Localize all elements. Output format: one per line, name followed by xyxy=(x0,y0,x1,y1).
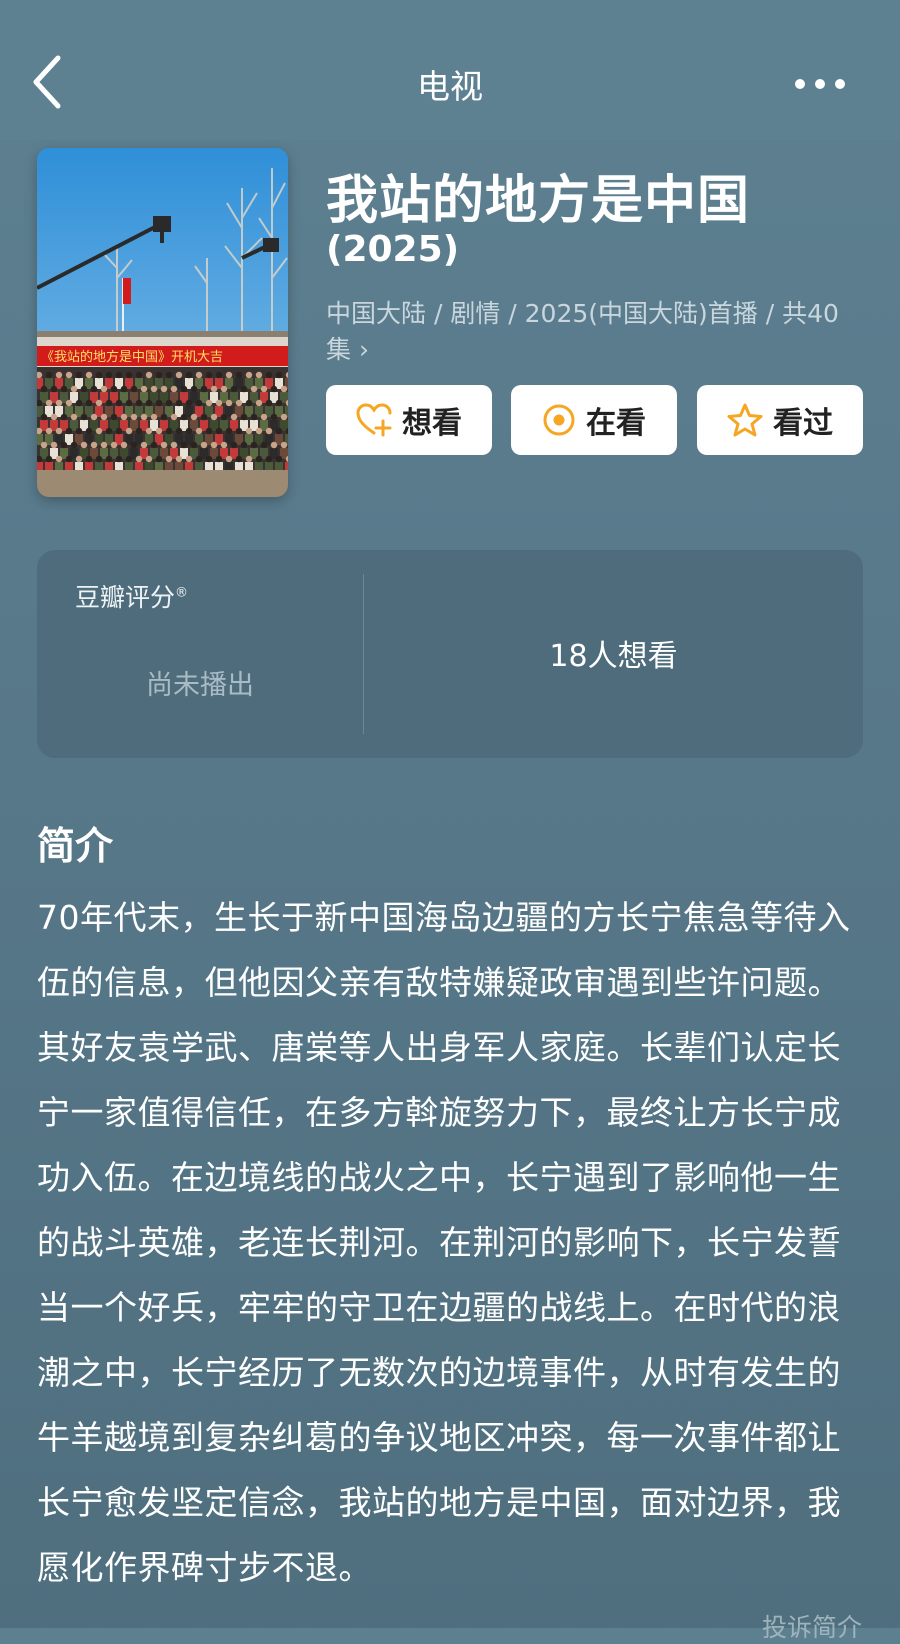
report-intro-link[interactable]: 投诉简介 xyxy=(762,1608,862,1644)
poster-banner-text: 《我站的地方是中国》开机大吉 xyxy=(41,349,223,365)
watched-label: 看过 xyxy=(773,406,833,441)
poster-photo: 《我站的地方是中国》开机大吉 xyxy=(37,148,288,497)
rating-status: 尚未播出 xyxy=(146,670,254,701)
rating-card[interactable]: 豆瓣评分® 尚未播出 18人想看 xyxy=(37,550,863,758)
watched-button[interactable]: 看过 xyxy=(697,385,863,455)
page-title: 电视 xyxy=(417,67,483,106)
want-button[interactable]: 想看 xyxy=(326,385,492,455)
intro-heading: 简介 xyxy=(37,824,114,868)
rating-label: 豆瓣评分® xyxy=(75,583,189,612)
show-title: 我站的地方是中国 xyxy=(326,171,751,231)
registered-mark-icon: ® xyxy=(175,585,189,601)
more-button[interactable] xyxy=(792,66,848,102)
heart-plus-icon xyxy=(356,403,392,437)
target-icon xyxy=(543,404,575,436)
star-icon xyxy=(727,403,763,437)
want-label: 想看 xyxy=(402,406,462,441)
intro-text: 70年代末，生长于新中国海岛边疆的方长宁焦急等待入伍的信息，但他因父亲有敌特嫌疑… xyxy=(37,898,851,1587)
watching-button[interactable]: 在看 xyxy=(511,385,677,455)
show-meta-link[interactable]: 中国大陆 / 剧情 / 2025(中国大陆)首播 / 共40集 › xyxy=(326,296,856,368)
want-count: 18人想看 xyxy=(549,639,678,674)
poster-image[interactable]: 《我站的地方是中国》开机大吉 xyxy=(37,148,288,497)
show-year: (2025) xyxy=(326,229,460,270)
more-dots-icon xyxy=(795,79,845,89)
watching-label: 在看 xyxy=(586,406,646,441)
